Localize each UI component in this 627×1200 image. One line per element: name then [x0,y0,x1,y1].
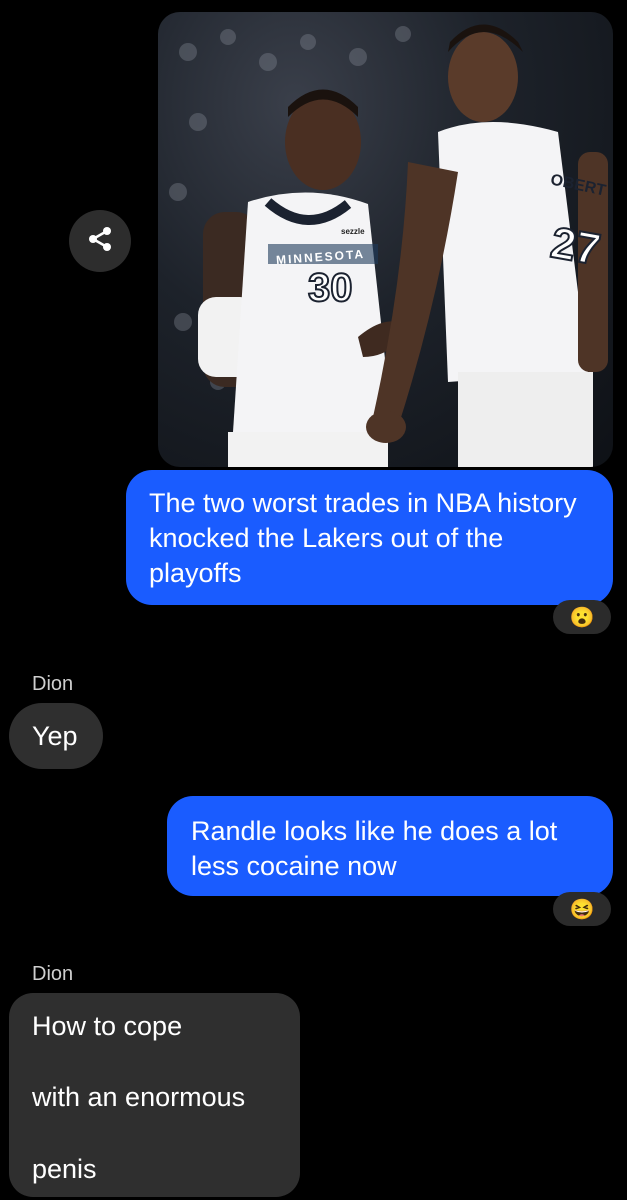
message-text: The two worst trades in NBA history knoc… [149,488,577,588]
share-button[interactable] [69,210,131,272]
reaction-badge[interactable]: 😆 [553,892,611,926]
jersey-sponsor-text: sezzle [341,227,365,236]
jersey-number-left: 30 [307,265,353,311]
share-icon [87,226,113,257]
jersey-number-right: 27 [546,217,605,276]
outgoing-message-bubble[interactable]: Randle looks like he does a lot less coc… [167,796,613,896]
shared-photo[interactable]: sezzle MINNESOTA 30 OBERT 27 [158,12,613,467]
sender-name: Dion [32,963,74,985]
sender-name: Dion [32,673,74,695]
incoming-message-bubble[interactable]: How to cope with an enormous penis [9,993,300,1197]
outgoing-message-bubble[interactable]: The two worst trades in NBA history knoc… [126,470,613,605]
incoming-message-bubble[interactable]: Yep [9,703,103,769]
surprised-emoji-icon: 😮 [569,606,595,629]
laughing-emoji-icon: 😆 [569,898,595,921]
message-text: Randle looks like he does a lot less coc… [191,816,558,881]
reaction-badge[interactable]: 😮 [553,600,611,634]
message-text: Yep [32,721,78,751]
message-text-line: with an enormous [32,1082,246,1112]
message-text-line: How to cope [32,1011,183,1041]
message-text-line: penis [32,1154,97,1184]
